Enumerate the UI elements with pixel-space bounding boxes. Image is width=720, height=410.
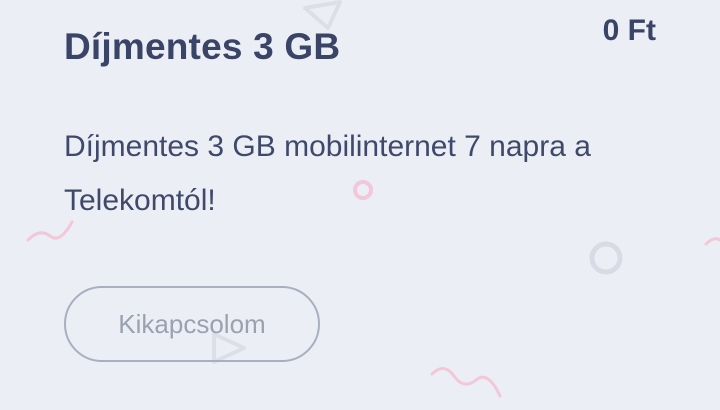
squiggle-decoration <box>704 237 720 246</box>
offer-description: Díjmentes 3 GB mobilinternet 7 napra a T… <box>64 130 591 217</box>
offer-card: Díjmentes 3 GB 0 Ft Díjmentes 3 GB mobil… <box>0 0 720 410</box>
triangle-decoration <box>303 0 342 30</box>
squiggle-decoration <box>430 367 502 398</box>
offer-title: Díjmentes 3 GB <box>64 26 341 67</box>
ring-decoration <box>589 241 623 275</box>
offer-price: 0 Ft <box>602 14 656 47</box>
deactivate-button[interactable]: Kikapcsolom <box>64 286 320 362</box>
